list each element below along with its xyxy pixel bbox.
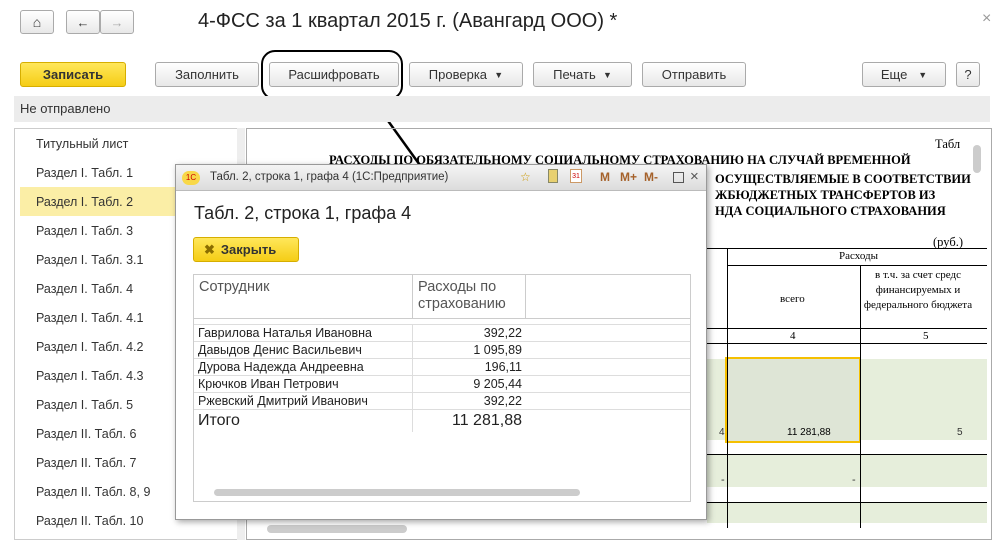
popup-close-icon[interactable]: × bbox=[690, 168, 699, 185]
close-icon[interactable]: × bbox=[982, 10, 991, 28]
report-title-3: ЖБЮДЖЕТНЫХ ТРАНСФЕРТОВ ИЗ bbox=[715, 188, 936, 202]
help-button[interactable]: ? bbox=[956, 62, 980, 87]
more-button[interactable]: Еще ▼ bbox=[862, 62, 946, 87]
cell-value-5: 5 bbox=[957, 427, 963, 438]
more-label: Еще bbox=[880, 67, 908, 82]
dash-2: - bbox=[852, 474, 856, 486]
table-row[interactable]: Давыдов Денис Васильевич 1 095,89 bbox=[194, 342, 690, 359]
home-button[interactable]: ⌂ bbox=[20, 10, 54, 34]
status-bar: Не отправлено bbox=[14, 96, 990, 122]
expense-value: 9 205,44 bbox=[412, 376, 526, 392]
close-label: Закрыть bbox=[220, 242, 277, 257]
send-button[interactable]: Отправить bbox=[642, 62, 746, 87]
check-label: Проверка bbox=[428, 67, 488, 82]
total-row: Итого 11 281,88 bbox=[194, 410, 690, 432]
table-row[interactable]: Ржевский Дмитрий Иванович 392,22 bbox=[194, 393, 690, 410]
calendar-icon[interactable]: 31 bbox=[570, 169, 582, 183]
sidebar-item-label: Раздел I. Табл. 4.3 bbox=[36, 368, 144, 383]
save-button[interactable]: Записать bbox=[20, 62, 126, 87]
sidebar-item-label: Раздел I. Табл. 3.1 bbox=[36, 252, 144, 267]
employee-name: Давыдов Денис Васильевич bbox=[198, 343, 362, 357]
memory-button[interactable]: M bbox=[600, 170, 610, 184]
employee-name: Гаврилова Наталья Ивановна bbox=[198, 326, 372, 340]
table-label: Табл bbox=[935, 137, 961, 151]
total-label: Итого bbox=[198, 412, 240, 429]
memory-plus-button[interactable]: M+ bbox=[620, 170, 637, 184]
employee-name: Крючков Иван Петрович bbox=[198, 377, 339, 391]
col-group-header: Расходы bbox=[839, 250, 878, 262]
calculator-icon[interactable] bbox=[548, 169, 558, 183]
sidebar-item-label: Раздел I. Табл. 4.2 bbox=[36, 339, 144, 354]
status-text: Не отправлено bbox=[20, 101, 111, 116]
table-horizontal-scrollbar[interactable] bbox=[214, 489, 580, 496]
employee-table: Сотрудник Расходы по страхованию Гаврило… bbox=[193, 274, 691, 502]
table-row[interactable]: Дурова Надежда Андреевна 196,11 bbox=[194, 359, 690, 376]
memory-minus-button[interactable]: M- bbox=[644, 170, 658, 184]
maximize-icon[interactable] bbox=[673, 172, 684, 183]
col-fed-header: в т.ч. за счет средс финансируемых и фед… bbox=[863, 269, 973, 311]
col-total-header: всего bbox=[780, 293, 805, 305]
cell-value: 11 281,88 bbox=[787, 427, 831, 438]
popup-heading: Табл. 2, строка 1, графа 4 bbox=[194, 203, 412, 223]
vertical-scrollbar[interactable] bbox=[973, 145, 981, 173]
highlight-oval bbox=[261, 50, 403, 100]
sidebar-item-label: Раздел II. Табл. 10 bbox=[36, 513, 144, 528]
report-title-4: НДА СОЦИАЛЬНОГО СТРАХОВАНИЯ bbox=[715, 204, 946, 218]
horizontal-scrollbar[interactable] bbox=[267, 525, 407, 533]
col-employee[interactable]: Сотрудник bbox=[194, 275, 412, 318]
employee-name: Дурова Надежда Андреевна bbox=[198, 360, 364, 374]
dropdown-icon: ▼ bbox=[602, 69, 612, 80]
page-title: 4-ФСС за 1 квартал 2015 г. (Авангард ООО… bbox=[198, 10, 618, 32]
favorite-icon[interactable]: ☆ bbox=[520, 170, 531, 184]
sidebar-item-label: Раздел I. Табл. 4.1 bbox=[36, 310, 144, 325]
table-row[interactable]: Крючков Иван Петрович 9 205,44 bbox=[194, 376, 690, 393]
expense-value: 196,11 bbox=[412, 359, 526, 375]
report-title-2: ОСУЩЕСТВЛЯЕМЫЕ В СООТВЕТСТВИИ bbox=[715, 172, 971, 186]
col-num-4: 4 bbox=[790, 330, 796, 342]
back-button[interactable]: ← bbox=[66, 10, 100, 34]
app-logo-icon: 1С bbox=[182, 171, 200, 185]
sidebar-item-label: Раздел I. Табл. 4 bbox=[36, 281, 134, 296]
expense-value: 1 095,89 bbox=[412, 342, 526, 358]
sidebar-item-label: Раздел I. Табл. 5 bbox=[36, 397, 134, 412]
row-number: 4 bbox=[719, 427, 725, 438]
col-num-5: 5 bbox=[923, 330, 929, 342]
sidebar-item-label: Раздел II. Табл. 8, 9 bbox=[36, 484, 151, 499]
sidebar-item-label: Раздел I. Табл. 2 bbox=[36, 194, 134, 209]
check-button[interactable]: Проверка ▼ bbox=[409, 62, 523, 87]
col-expense[interactable]: Расходы по страхованию bbox=[412, 275, 526, 318]
employee-name: Ржевский Дмитрий Иванович bbox=[198, 394, 368, 408]
table-row[interactable]: Гаврилова Наталья Ивановна 392,22 bbox=[194, 325, 690, 342]
sidebar-item-label: Титульный лист bbox=[36, 136, 129, 151]
total-value: 11 281,88 bbox=[412, 410, 526, 432]
decode-popup: 1С Табл. 2, строка 1, графа 4 (1С:Предпр… bbox=[175, 164, 707, 520]
sidebar-item-label: Раздел II. Табл. 6 bbox=[36, 426, 137, 441]
dash-1: - bbox=[721, 474, 725, 486]
dropdown-icon: ▼ bbox=[494, 69, 504, 80]
popup-window-title: Табл. 2, строка 1, графа 4 (1С:Предприят… bbox=[210, 171, 449, 183]
close-x-icon: ✖ bbox=[204, 241, 215, 257]
sidebar-item-label: Раздел I. Табл. 3 bbox=[36, 223, 134, 238]
expense-value: 392,22 bbox=[412, 393, 526, 409]
print-button[interactable]: Печать ▼ bbox=[533, 62, 632, 87]
dropdown-icon: ▼ bbox=[918, 69, 928, 80]
sidebar-item-label: Раздел II. Табл. 7 bbox=[36, 455, 137, 470]
popup-titlebar: 1С Табл. 2, строка 1, графа 4 (1С:Предпр… bbox=[176, 165, 706, 191]
fill-button[interactable]: Заполнить bbox=[155, 62, 259, 87]
sidebar-item[interactable]: Титульный лист bbox=[20, 129, 236, 158]
close-button[interactable]: ✖ Закрыть bbox=[193, 237, 299, 262]
forward-button[interactable]: → bbox=[100, 10, 134, 34]
expense-value: 392,22 bbox=[412, 325, 526, 341]
sidebar-item-label: Раздел I. Табл. 1 bbox=[36, 165, 134, 180]
print-label: Печать bbox=[553, 67, 596, 82]
